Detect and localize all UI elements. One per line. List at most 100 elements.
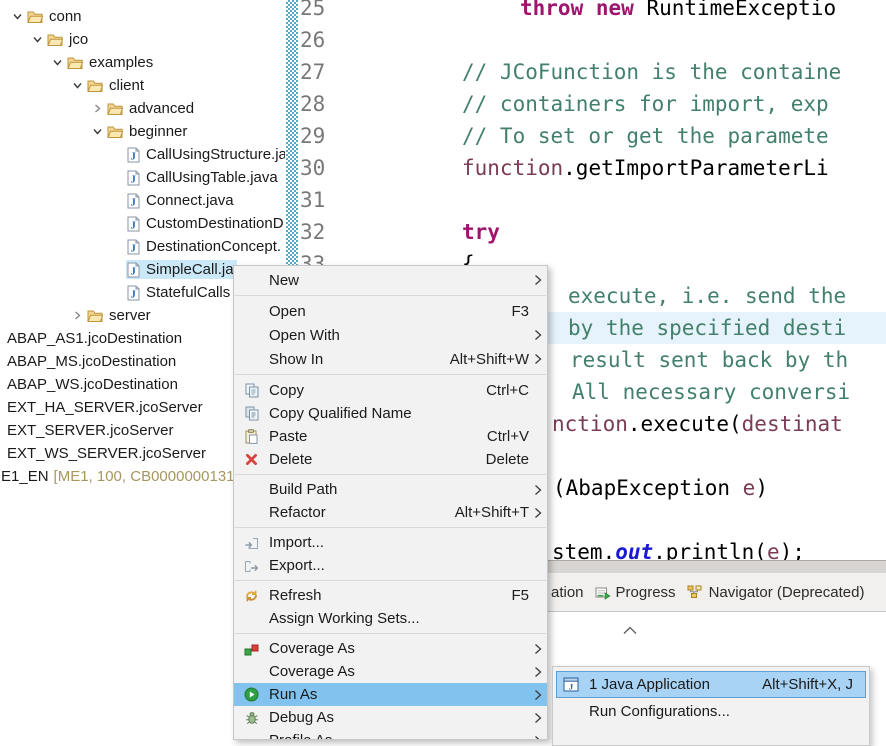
paste-icon — [243, 429, 260, 444]
menu-item-debug-as[interactable]: Debug As — [234, 706, 547, 729]
progress-tab-icon — [595, 585, 611, 600]
code-line: try — [462, 216, 500, 248]
submenu-item-run-configurations[interactable]: Run Configurations... — [556, 698, 866, 725]
tab-progress[interactable]: Progress — [595, 584, 676, 601]
tree-indent-spacer — [108, 262, 126, 278]
menu-item-label: Open With — [269, 327, 529, 344]
menu-item-coverage-as-2[interactable]: Coverage As — [234, 660, 547, 683]
menu-item-coverage-as-1[interactable]: Coverage As — [234, 637, 547, 660]
tree-item-statefulcalls[interactable]: JStatefulCalls — [108, 281, 233, 304]
tree-item-beginner[interactable]: beginner — [88, 120, 190, 143]
tree-item-destinationconcept[interactable]: JDestinationConcept. — [108, 235, 284, 258]
menu-separator — [235, 374, 546, 375]
menu-separator — [235, 633, 546, 634]
menu-item-delete[interactable]: DeleteDelete — [234, 448, 547, 471]
tree-item-e1-en[interactable]: E1_EN[ME1, 100, CB0000000131, E — [0, 465, 256, 488]
tree-item-callusingstructure[interactable]: JCallUsingStructure.ja — [108, 143, 290, 166]
tree-label: jco — [46, 30, 91, 49]
code-segment: destinat — [742, 412, 843, 436]
menu-item-paste[interactable]: PasteCtrl+V — [234, 425, 547, 448]
chevron-down-icon[interactable] — [88, 124, 106, 140]
tree-item-server[interactable]: server — [68, 304, 154, 327]
submenu-item-label: 1 Java Application — [589, 676, 762, 693]
tree-label: examples — [66, 53, 156, 72]
menu-item-new[interactable]: New — [234, 268, 547, 292]
code-line: nction.execute(destinat — [552, 408, 843, 440]
code-line: // containers for import, exp — [462, 88, 829, 120]
tree-item-jco[interactable]: jco — [28, 28, 91, 51]
menu-item-profile-as[interactable]: Profile As — [234, 729, 547, 740]
menu-item-open-with[interactable]: Open With — [234, 323, 547, 347]
tree-item-ext-ha-server[interactable]: EXT_HA_SERVER.jcoServer — [6, 396, 206, 419]
svg-text:J: J — [131, 151, 136, 162]
tree-item-simplecall[interactable]: JSimpleCall.ja — [108, 258, 237, 281]
tree-item-examples[interactable]: examples — [48, 51, 156, 74]
chevron-right-icon[interactable] — [88, 101, 106, 117]
tree-item-abap-as1[interactable]: ABAP_AS1.jcoDestination — [6, 327, 185, 350]
tree-indent-spacer — [108, 147, 126, 163]
java-app-icon: J — [561, 677, 581, 692]
folder-icon — [67, 56, 83, 70]
tree-item-ext-ws-server[interactable]: EXT_WS_SERVER.jcoServer — [6, 442, 209, 465]
java-file-icon: J — [127, 193, 140, 209]
restore-panel-chevron[interactable] — [622, 622, 638, 640]
menu-item-build-path[interactable]: Build Path — [234, 478, 547, 501]
menu-item-refresh[interactable]: RefreshF5 — [234, 584, 547, 607]
code-line: // JCoFunction is the containe — [462, 56, 841, 88]
menu-separator — [235, 527, 546, 528]
chevron-right-icon[interactable] — [68, 308, 86, 324]
tree-indent-spacer — [108, 239, 126, 255]
menu-item-label: Coverage As — [269, 663, 529, 680]
tree-label: JCustomDestinationD — [126, 214, 287, 233]
tree-item-abap-ms[interactable]: ABAP_MS.jcoDestination — [6, 350, 179, 373]
java-file-icon: J — [127, 285, 140, 301]
tree-item-callusingtable[interactable]: JCallUsingTable.java — [108, 166, 281, 189]
tree-item-connect[interactable]: J Connect.java — [108, 189, 237, 212]
copy-icon — [243, 383, 260, 398]
menu-item-label: Delete — [269, 451, 486, 468]
menu-item-run-as[interactable]: Run As — [234, 683, 547, 706]
menu-item-label: Refactor — [269, 504, 455, 521]
tree-item-advanced[interactable]: advanced — [88, 97, 197, 120]
refresh-icon — [243, 589, 260, 603]
menu-item-label: Copy — [269, 382, 486, 399]
menu-item-copy[interactable]: CopyCtrl+C — [234, 378, 547, 402]
java-file-icon: J — [127, 170, 140, 186]
line-number: 30 — [300, 152, 340, 184]
menu-separator — [235, 474, 546, 475]
tree-label: JCallUsingTable.java — [126, 168, 281, 187]
code-line: // To set or get the paramete — [462, 120, 829, 152]
tree-item-customdestinationd[interactable]: JCustomDestinationD — [108, 212, 287, 235]
menu-item-assign-working-sets[interactable]: Assign Working Sets... — [234, 607, 547, 630]
tree-item-text: Connect.java — [146, 192, 234, 209]
tree-label: JStatefulCalls — [126, 283, 233, 302]
line-number: 27 — [300, 56, 340, 88]
menu-item-export[interactable]: Export... — [234, 554, 547, 577]
menu-item-copy-qualified-name[interactable]: Copy Qualified Name — [234, 402, 547, 425]
menu-item-refactor[interactable]: RefactorAlt+Shift+T — [234, 501, 547, 524]
chevron-down-icon[interactable] — [48, 55, 66, 71]
menu-item-show-in[interactable]: Show InAlt+Shift+W — [234, 347, 547, 371]
chevron-down-icon[interactable] — [68, 78, 86, 94]
chevron-down-icon[interactable] — [28, 32, 46, 48]
code-segment: .execute( — [628, 412, 742, 436]
tree-item-ext-server[interactable]: EXT_SERVER.jcoServer — [6, 419, 176, 442]
chevron-down-icon[interactable] — [8, 9, 26, 25]
menu-item-label: Open — [269, 303, 511, 320]
tab-navigator-deprecated[interactable]: Navigator (Deprecated) — [687, 584, 865, 601]
tree-label: ABAP_WS.jcoDestination — [6, 375, 181, 394]
menu-item-shortcut: F3 — [511, 303, 529, 320]
line-number: 25 — [300, 0, 340, 24]
tree-item-abap-ws[interactable]: ABAP_WS.jcoDestination — [6, 373, 181, 396]
tree-item-conn[interactable]: conn — [8, 5, 85, 28]
submenu-arrow-icon — [529, 484, 547, 496]
tab-declaration-partial[interactable]: ation — [551, 584, 584, 601]
debug-icon — [243, 711, 260, 725]
tree-item-client[interactable]: client — [68, 74, 147, 97]
tree-label: client — [86, 76, 147, 95]
submenu-item-java-application[interactable]: J1 Java ApplicationAlt+Shift+X, J — [556, 671, 866, 698]
menu-item-label: Show In — [269, 351, 450, 368]
menu-item-import[interactable]: Import... — [234, 531, 547, 554]
menu-item-open[interactable]: OpenF3 — [234, 299, 547, 323]
panel-top-band — [548, 560, 886, 573]
